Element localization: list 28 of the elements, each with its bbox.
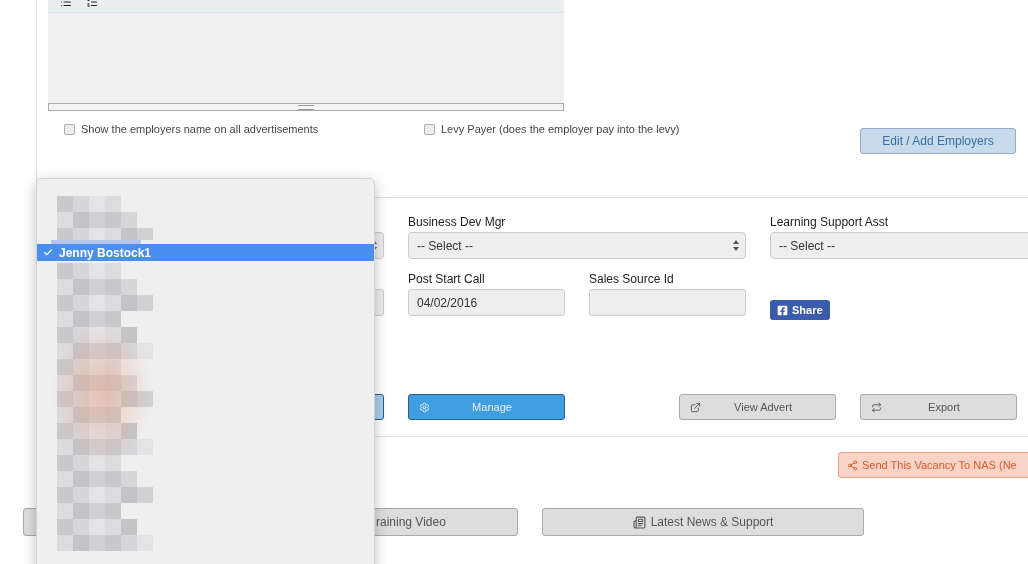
share-icon [847, 459, 858, 471]
field-label: Post Start Call [408, 272, 486, 288]
field-label: Sales Source Id [589, 272, 675, 288]
repeat-icon [871, 401, 882, 413]
field-label: Learning Support Asst [770, 215, 890, 231]
checkbox[interactable] [424, 123, 435, 135]
dropdown-item[interactable]: Jenny Bostock1 [37, 244, 374, 261]
gear-icon [419, 401, 430, 413]
checkbox-label: Levy Payer (does the employer pay into the levy) [441, 123, 680, 135]
facebook-icon [777, 304, 788, 316]
select-field[interactable]: -- Select -- [408, 232, 746, 259]
select-field[interactable]: -- Select -- [770, 232, 1028, 259]
resize-handle[interactable] [48, 103, 564, 111]
input-field[interactable]: 04/02/2016 [408, 289, 565, 316]
checkbox-label: Show the employers name on all advertisements [81, 123, 319, 135]
field-label: Business Dev Mgr [408, 215, 507, 231]
action-button[interactable]: Export [860, 394, 1017, 420]
input-field[interactable] [589, 289, 746, 316]
send-to-nas-button[interactable]: Send This Vacancy To NAS (Ne [838, 452, 1028, 478]
newspaper-icon [632, 515, 646, 529]
nav-button[interactable]: Latest News & Support [542, 508, 864, 536]
check-icon [43, 247, 53, 258]
edit-employers-button[interactable]: Edit / Add Employers [860, 128, 1016, 154]
select-arrows-icon [733, 240, 739, 251]
action-button[interactable]: View Advert [679, 394, 836, 420]
checkbox[interactable] [64, 123, 75, 135]
share-button[interactable]: Share [770, 300, 830, 320]
external-link-icon [690, 401, 701, 413]
